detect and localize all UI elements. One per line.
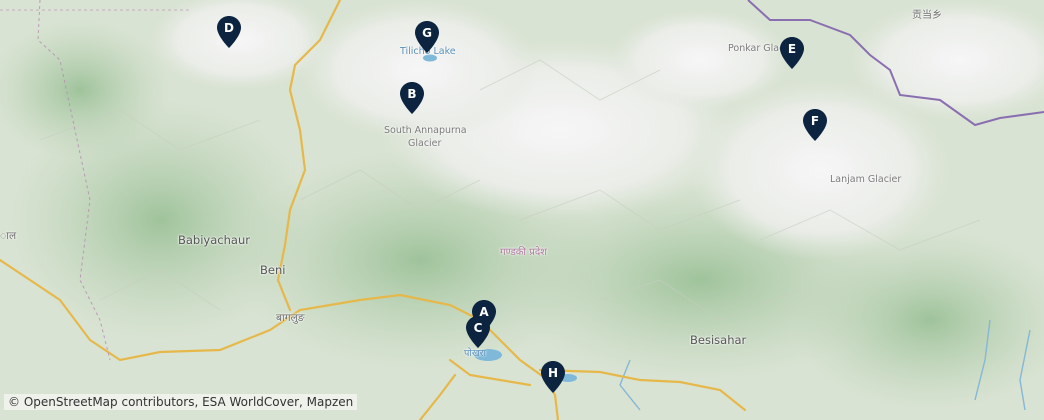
marker-label: E bbox=[787, 42, 797, 56]
label-baglung: बागलुङ bbox=[276, 312, 305, 324]
label-south-annapurna-glacier: Glacier bbox=[408, 138, 442, 149]
marker-label: D bbox=[224, 21, 234, 35]
map-marker-b[interactable]: B bbox=[400, 82, 424, 114]
marker-label: H bbox=[547, 366, 559, 380]
marker-label: B bbox=[407, 87, 417, 101]
map-marker-h[interactable]: H bbox=[541, 361, 565, 393]
map-canvas[interactable]: Tilicho Lake Ponkar Glacier 贡当乡 South An… bbox=[0, 0, 1044, 420]
map-marker-g[interactable]: G bbox=[415, 21, 439, 53]
terrain-basemap bbox=[0, 0, 1044, 420]
map-marker-f[interactable]: F bbox=[803, 109, 827, 141]
map-marker-e[interactable]: E bbox=[780, 37, 804, 69]
label-lanjam-glacier: Lanjam Glacier bbox=[830, 174, 902, 185]
map-marker-d[interactable]: D bbox=[217, 16, 241, 48]
label-beni: Beni bbox=[260, 263, 286, 277]
label-babiyachaur: Babiyachaur bbox=[178, 233, 250, 247]
label-west-edge: ाल bbox=[0, 230, 17, 242]
label-chinese-township: 贡当乡 bbox=[912, 10, 942, 21]
marker-label: G bbox=[422, 26, 432, 40]
map-marker-c[interactable]: C bbox=[466, 316, 490, 348]
label-besisahar: Besisahar bbox=[690, 333, 747, 347]
marker-label: F bbox=[810, 114, 820, 128]
map-attribution[interactable]: © OpenStreetMap contributors, ESA WorldC… bbox=[4, 394, 358, 410]
label-south-annapurna: South Annapurna bbox=[384, 125, 467, 136]
label-gandaki-province: गण्डकी प्रदेश bbox=[500, 247, 547, 258]
marker-label: C bbox=[473, 321, 483, 335]
